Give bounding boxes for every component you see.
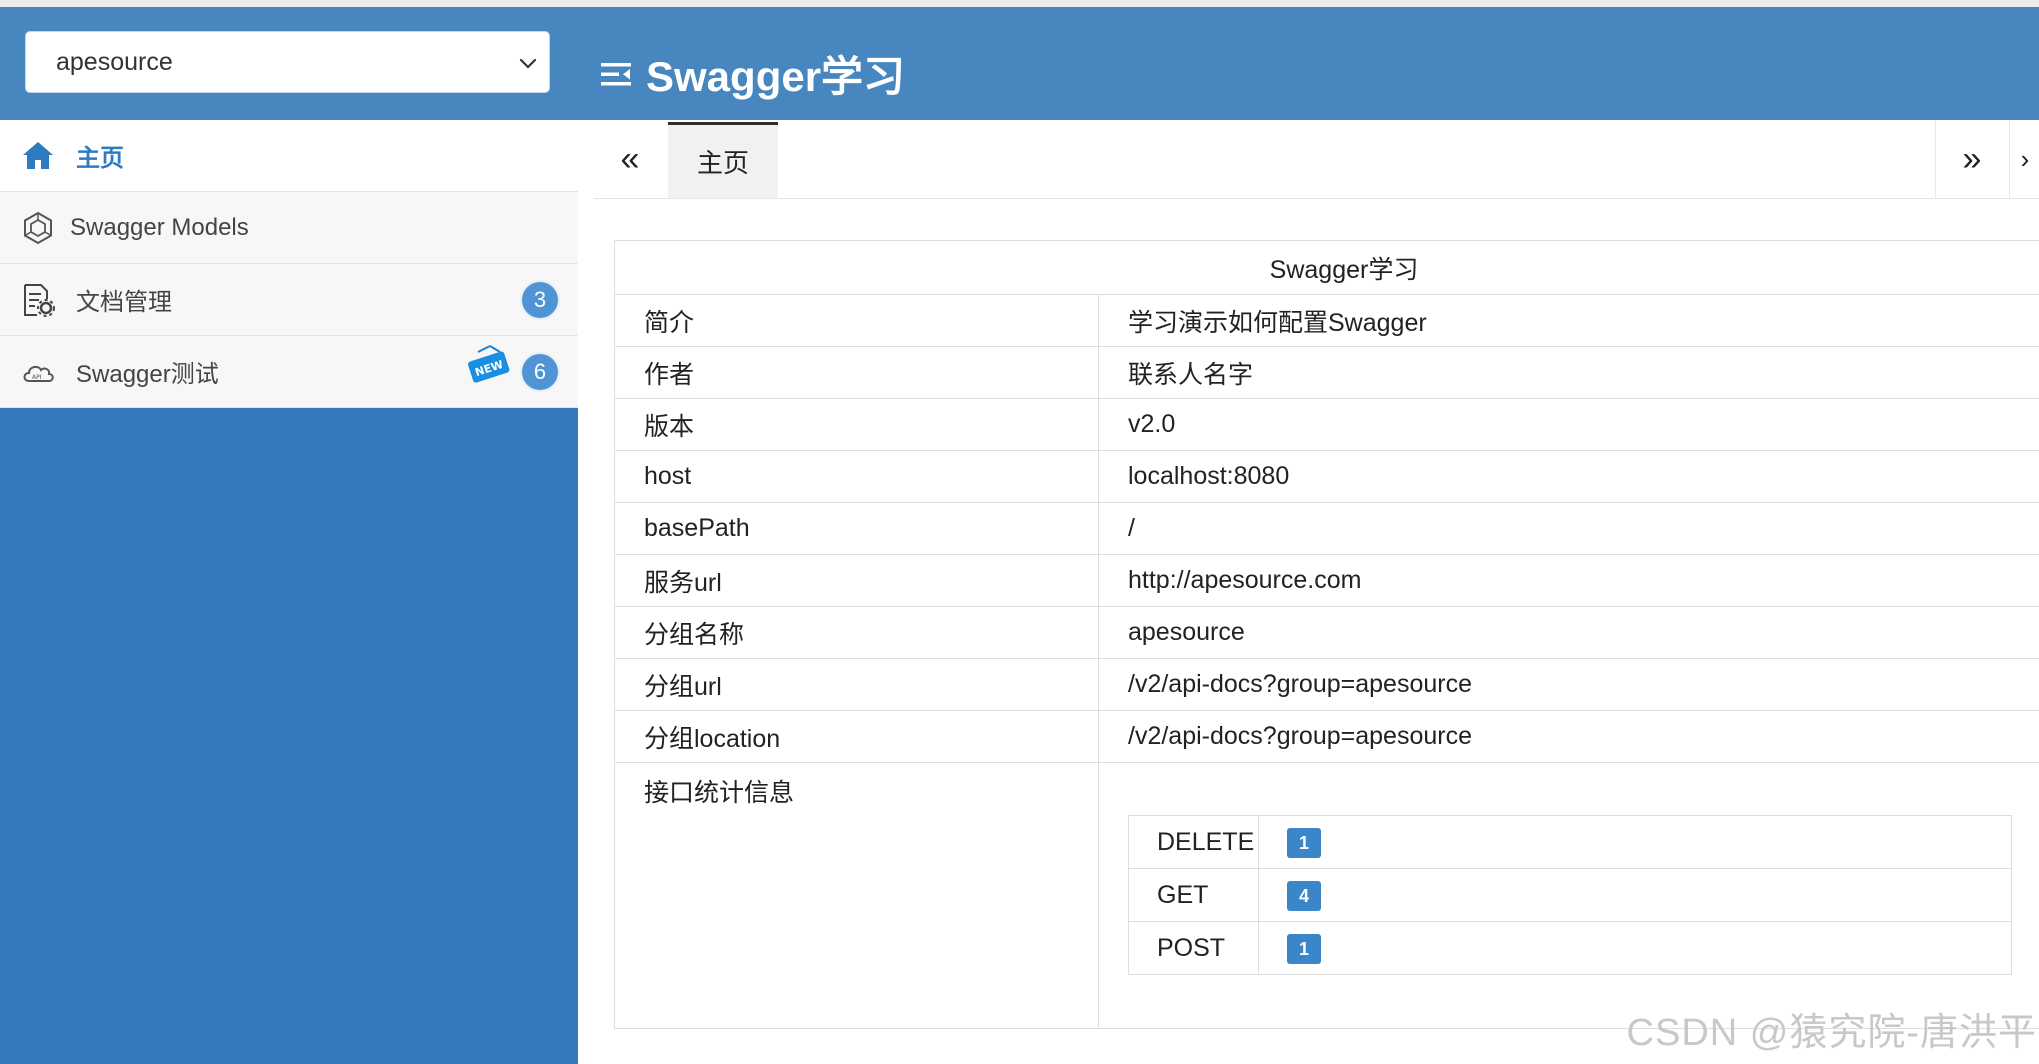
- sidebar-item-label: 文档管理: [76, 289, 172, 316]
- info-value: /: [1098, 502, 2039, 555]
- table-row: 简介 学习演示如何配置Swagger: [614, 294, 2039, 347]
- sidebar: 主页 Swagger Models 文档管理 3 API Swagger测试 N…: [0, 120, 578, 1064]
- watermark: CSDN @猿究院-唐洪平: [1626, 1012, 2037, 1054]
- sidebar-item-label: Swagger Models: [70, 213, 249, 241]
- new-tag-icon: NEW: [468, 345, 510, 383]
- info-key: host: [614, 450, 1099, 503]
- info-key: 接口统计信息: [614, 762, 1099, 1029]
- info-key: 简介: [614, 294, 1099, 347]
- swagger-page: apesource Swagger学习 主页 Swagger Models 文档…: [0, 0, 2039, 1064]
- tab-more-button[interactable]: ›: [2009, 120, 2039, 198]
- table-row: 分组location /v2/api-docs?group=apesource: [614, 710, 2039, 763]
- sidebar-item-swagger-test[interactable]: API Swagger测试 NEW 6: [0, 336, 578, 408]
- info-value: /v2/api-docs?group=apesource: [1098, 710, 2039, 763]
- models-icon: [24, 211, 52, 244]
- table-row: host localhost:8080: [614, 450, 2039, 503]
- api-cloud-icon: API: [23, 365, 54, 382]
- info-value: http://apesource.com: [1098, 554, 2039, 607]
- sidebar-item-label: 主页: [76, 145, 124, 172]
- http-method: GET: [1128, 868, 1259, 922]
- info-key: 分组location: [614, 710, 1099, 763]
- app-title: Swagger学习: [646, 53, 906, 100]
- table-row: 作者 联系人名字: [614, 346, 2039, 399]
- sidebar-item-home[interactable]: 主页: [0, 120, 578, 192]
- group-select-value: apesource: [56, 47, 173, 76]
- table-row: 分组url /v2/api-docs?group=apesource: [614, 658, 2039, 711]
- count-badge: 3: [522, 282, 558, 318]
- document-settings-icon: [24, 283, 55, 317]
- top-header: apesource Swagger学习: [0, 7, 2039, 120]
- table-row: basePath /: [614, 502, 2039, 555]
- tab-scroll-left-button[interactable]: «: [594, 120, 666, 198]
- info-key: 分组名称: [614, 606, 1099, 659]
- info-key: 分组url: [614, 658, 1099, 711]
- method-count-cell: 4: [1258, 868, 2012, 922]
- sidebar-item-doc-management[interactable]: 文档管理 3: [0, 264, 578, 336]
- stats-row: POST 1: [1128, 921, 2012, 975]
- info-value: 学习演示如何配置Swagger: [1098, 294, 2039, 347]
- tab-home[interactable]: 主页: [668, 122, 778, 198]
- browser-top-strip: [0, 0, 2039, 7]
- menu-collapse-icon[interactable]: [598, 56, 634, 92]
- method-count-badge: 4: [1287, 880, 1321, 911]
- info-value: DELETE 1 GET 4 POST 1: [1098, 762, 2039, 1029]
- method-count-cell: 1: [1258, 815, 2012, 869]
- group-select[interactable]: apesource: [25, 31, 550, 93]
- app-brand: Swagger学习: [598, 43, 905, 104]
- info-value: 联系人名字: [1098, 346, 2039, 399]
- http-method: DELETE: [1128, 815, 1259, 869]
- sidebar-item-label: Swagger测试: [76, 361, 219, 388]
- stats-row: DELETE 1: [1128, 815, 2012, 869]
- info-key: basePath: [614, 502, 1099, 555]
- api-info-table: Swagger学习 简介 学习演示如何配置Swagger 作者 联系人名字 版本…: [614, 240, 2039, 1029]
- table-row: 分组名称 apesource: [614, 606, 2039, 659]
- count-badge: 6: [522, 354, 558, 390]
- info-value: apesource: [1098, 606, 2039, 659]
- sidebar-item-swagger-models[interactable]: Swagger Models: [0, 192, 578, 264]
- http-method: POST: [1128, 921, 1259, 975]
- method-count-badge: 1: [1287, 933, 1321, 964]
- info-key: 版本: [614, 398, 1099, 451]
- api-stats-table: DELETE 1 GET 4 POST 1: [1128, 815, 2012, 975]
- stats-row: GET 4: [1128, 868, 2012, 922]
- method-count-badge: 1: [1287, 827, 1321, 858]
- table-row: 版本 v2.0: [614, 398, 2039, 451]
- tab-scroll-right-button[interactable]: »: [1935, 120, 2008, 198]
- table-row: 服务url http://apesource.com: [614, 554, 2039, 607]
- tab-bar: « 主页 » ›: [594, 120, 2039, 199]
- info-value: /v2/api-docs?group=apesource: [1098, 658, 2039, 711]
- info-table-title: Swagger学习: [614, 240, 2039, 295]
- info-value: localhost:8080: [1098, 450, 2039, 503]
- method-count-cell: 1: [1258, 921, 2012, 975]
- info-key: 服务url: [614, 554, 1099, 607]
- svg-text:API: API: [32, 374, 42, 381]
- home-icon: [23, 141, 53, 169]
- chevron-down-icon: [519, 58, 537, 69]
- info-key: 作者: [614, 346, 1099, 399]
- info-value: v2.0: [1098, 398, 2039, 451]
- table-row: 接口统计信息 DELETE 1 GET 4 POST 1: [614, 762, 2039, 1029]
